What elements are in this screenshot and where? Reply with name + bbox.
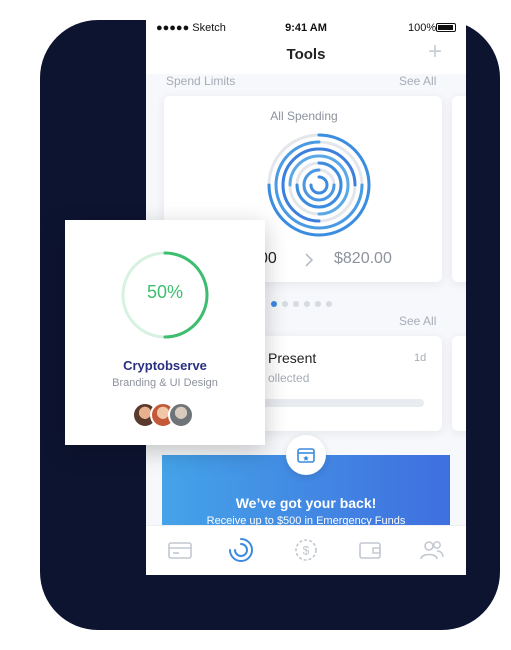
banner-title: We’ve got your back!: [235, 495, 377, 511]
svg-text:$: $: [303, 544, 310, 558]
progress-percent: 50%: [146, 282, 184, 302]
spend-limits-see-all[interactable]: See All: [399, 74, 436, 88]
tools-icon[interactable]: [227, 536, 255, 564]
people-icon[interactable]: [418, 536, 446, 564]
goal-subtitle: ollected: [268, 371, 310, 385]
avatar: [168, 402, 194, 428]
chevron-right-icon: [305, 253, 314, 267]
status-bar: ●●●●● Sketch 9:41 AM 100%: [146, 10, 466, 44]
wallet-star-icon: [297, 448, 315, 463]
goals-see-all[interactable]: See All: [399, 314, 436, 328]
spending-ring-chart: [267, 133, 371, 237]
next-spending-card[interactable]: [452, 96, 466, 282]
page-dot: [271, 301, 277, 307]
plus-icon[interactable]: +: [428, 40, 442, 64]
next-goal-card[interactable]: [452, 336, 466, 431]
project-card[interactable]: 50% Cryptobserve Branding & UI Design: [65, 220, 265, 445]
wallet-star-icon-wrap: [286, 435, 326, 475]
avatar-group: [132, 402, 194, 428]
goal-title: Present: [268, 350, 317, 366]
card-icon[interactable]: [166, 536, 194, 564]
page-title: Tools: [286, 46, 326, 63]
page-indicator: [271, 294, 351, 307]
limit-amount: $820.00: [334, 250, 392, 267]
ring-arc: [309, 175, 329, 195]
spend-limits-label: Spend Limits: [166, 74, 236, 88]
wallet-icon[interactable]: [356, 536, 384, 564]
all-spending-title: All Spending: [270, 109, 338, 123]
goal-progress-bar: [258, 399, 424, 407]
page-dot: [293, 301, 299, 307]
project-subtitle: Branding & UI Design: [112, 377, 218, 389]
battery-icon: [436, 23, 456, 32]
page-dot: [315, 301, 321, 307]
project-name: Cryptobserve: [123, 358, 207, 373]
tab-bar: $: [146, 525, 466, 575]
page-dot: [326, 301, 332, 307]
nav-bar: Tools +: [146, 40, 466, 74]
goal-time: 1d: [414, 352, 427, 364]
dollar-icon[interactable]: $: [292, 536, 320, 564]
page-dot: [282, 301, 288, 307]
page-dot: [304, 301, 310, 307]
battery-percent: 100%: [408, 22, 437, 34]
